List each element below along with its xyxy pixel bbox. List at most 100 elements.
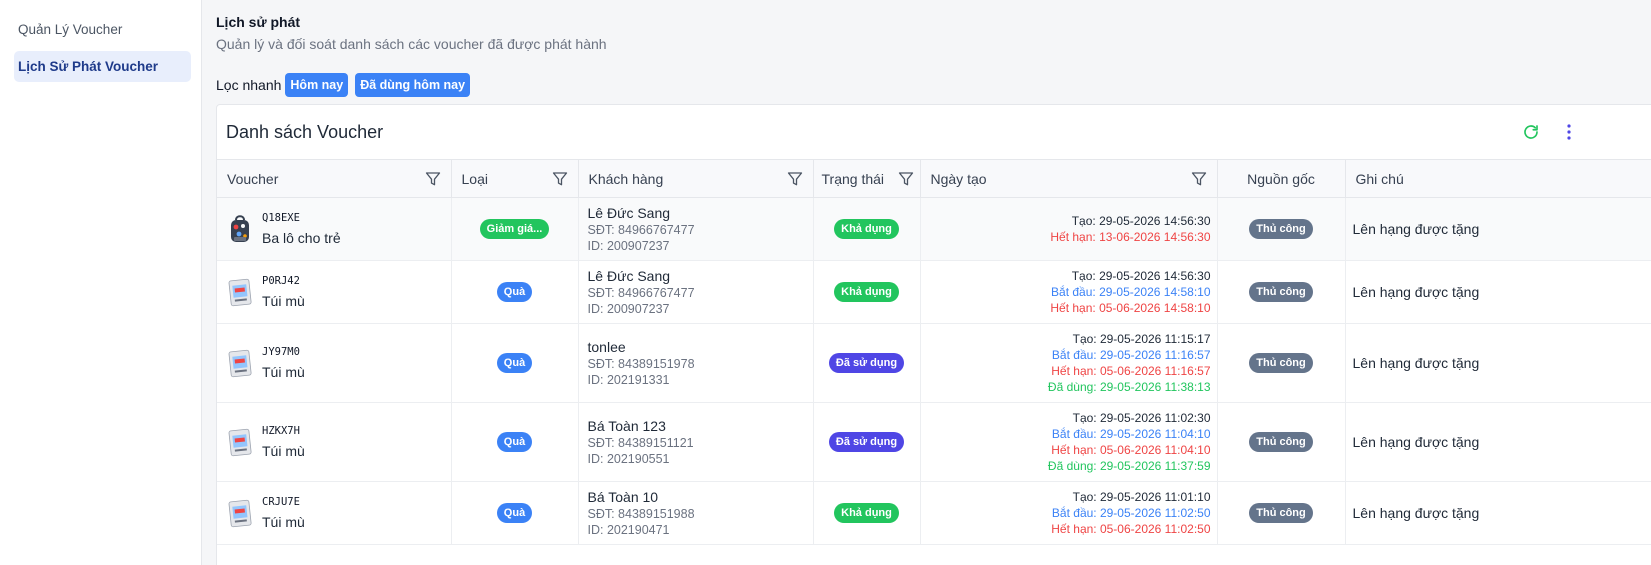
dates-cell: Tạo: 29-05-2026 14:56:30 Hết hạn: 13-06-…: [920, 197, 1218, 261]
type-cell: Quà: [451, 402, 579, 482]
expire-date: Hết hạn: 05-06-2026 11:02:50: [1051, 522, 1211, 536]
filter-used-today-button[interactable]: Đã dùng hôm nay: [355, 73, 471, 97]
type-badge: Giảm giá...: [479, 219, 550, 239]
type-badge: Quà: [496, 282, 533, 302]
column-header-status: Trạng thái: [813, 159, 921, 198]
start-date: Bắt đầu: 29-05-2026 11:04:10: [1051, 427, 1211, 441]
customer-name: Lê Đức Sang: [587, 204, 671, 221]
voucher-code: JY97M0: [262, 346, 300, 358]
customer-id: ID: 202190551: [587, 451, 670, 466]
blind-bag-icon: [228, 428, 252, 457]
start-date: Bắt đầu: 29-05-2026 11:16:57: [1051, 348, 1211, 362]
customer-cell: Lê Đức Sang SĐT: 84966767477 ID: 2009072…: [578, 260, 814, 324]
table-header-row: Voucher Loại Khách hàng Trạng thái Ngày …: [217, 159, 1651, 198]
status-cell: Khả dụng: [813, 481, 921, 545]
voucher-cell: P0RJ42 Túi mù: [217, 260, 452, 324]
note-cell: Lên hạng được tặng: [1345, 481, 1651, 545]
voucher-cell: JY97M0 Túi mù: [217, 323, 452, 403]
source-cell: Thủ công: [1217, 260, 1346, 324]
status-cell: Đã sử dụng: [813, 323, 921, 403]
status-cell: Khả dụng: [813, 197, 921, 261]
table-row[interactable]: CRJU7E Túi mù Quà Bá Toàn 10 SĐT: 843891…: [217, 481, 1651, 545]
created-date: Tạo: 29-05-2026 11:15:17: [1072, 332, 1211, 346]
column-header-source: Nguồn gốc: [1217, 159, 1346, 198]
type-cell: Quà: [451, 323, 579, 403]
source-cell: Thủ công: [1217, 197, 1346, 261]
voucher-list-card: Danh sách Voucher Voucher Loại Khách hàn…: [216, 104, 1651, 565]
column-header-voucher: Voucher: [217, 159, 452, 198]
source-cell: Thủ công: [1217, 402, 1346, 482]
blind-bag-icon: [228, 499, 252, 528]
voucher-name: Túi mù: [262, 364, 305, 380]
source-cell: Thủ công: [1217, 323, 1346, 403]
filter-icon[interactable]: [787, 171, 803, 187]
source-badge: Thủ công: [1249, 353, 1313, 373]
voucher-cell: CRJU7E Túi mù: [217, 481, 452, 545]
customer-id: ID: 200907237: [587, 301, 670, 316]
sidebar-item-voucher-management[interactable]: Quản Lý Voucher: [14, 14, 191, 45]
used-date: Đã dùng: 29-05-2026 11:38:13: [1047, 380, 1211, 394]
voucher-name: Túi mù: [262, 293, 305, 309]
created-date: Tạo: 29-05-2026 14:56:30: [1071, 269, 1211, 283]
customer-phone: SĐT: 84966767477: [587, 222, 695, 237]
customer-phone: SĐT: 84389151988: [587, 506, 695, 521]
backpack-icon: [231, 215, 249, 242]
note-cell: Lên hạng được tặng: [1345, 260, 1651, 324]
table-row[interactable]: JY97M0 Túi mù Quà tonlee SĐT: 8438915197…: [217, 323, 1651, 403]
column-header-type: Loại: [451, 159, 579, 198]
filter-today-button[interactable]: Hôm nay: [285, 73, 349, 97]
voucher-name: Túi mù: [262, 443, 305, 459]
customer-name: tonlee: [587, 338, 626, 355]
expire-date: Hết hạn: 05-06-2026 11:16:57: [1051, 364, 1211, 378]
voucher-name: Túi mù: [262, 514, 305, 530]
quick-filter-label: Lọc nhanh: [216, 77, 282, 93]
voucher-code: P0RJ42: [262, 275, 300, 287]
customer-name: Bá Toàn 10: [587, 488, 659, 505]
source-badge: Thủ công: [1249, 432, 1313, 452]
sidebar-item-voucher-history[interactable]: Lịch Sử Phát Voucher: [14, 51, 191, 82]
dates-cell: Tạo: 29-05-2026 11:02:30 Bắt đầu: 29-05-…: [920, 402, 1218, 482]
more-vertical-icon[interactable]: [1562, 123, 1576, 141]
note-cell: Lên hạng được tặng: [1345, 402, 1651, 482]
sidebar: Quản Lý Voucher Lịch Sử Phát Voucher: [0, 0, 202, 565]
filter-icon[interactable]: [898, 171, 914, 187]
customer-cell: Lê Đức Sang SĐT: 84966767477 ID: 2009072…: [578, 197, 814, 261]
source-badge: Thủ công: [1249, 282, 1313, 302]
column-header-note: Ghi chú: [1345, 159, 1651, 198]
expire-date: Hết hạn: 13-06-2026 14:56:30: [1050, 230, 1211, 244]
dates-cell: Tạo: 29-05-2026 14:56:30 Bắt đầu: 29-05-…: [920, 260, 1218, 324]
type-badge: Quà: [496, 432, 533, 452]
customer-cell: Bá Toàn 123 SĐT: 84389151121 ID: 2021905…: [578, 402, 814, 482]
customer-id: ID: 202191331: [587, 372, 670, 387]
card-header: Danh sách Voucher: [217, 105, 1651, 159]
main-content: Lịch sử phát Quản lý và đối soát danh sá…: [202, 0, 1651, 565]
filter-icon[interactable]: [1191, 171, 1207, 187]
column-header-customer: Khách hàng: [578, 159, 814, 198]
created-date: Tạo: 29-05-2026 11:01:10: [1072, 490, 1211, 504]
voucher-code: HZKX7H: [262, 425, 300, 437]
table-row[interactable]: Q18EXE Ba lô cho trẻ Giảm giá... Lê Đức …: [217, 197, 1651, 261]
created-date: Tạo: 29-05-2026 14:56:30: [1071, 214, 1211, 228]
filter-icon[interactable]: [552, 171, 568, 187]
customer-phone: SĐT: 84966767477: [587, 285, 695, 300]
dates-cell: Tạo: 29-05-2026 11:01:10 Bắt đầu: 29-05-…: [920, 481, 1218, 545]
status-badge: Đã sử dụng: [828, 353, 905, 373]
dates-cell: Tạo: 29-05-2026 11:15:17 Bắt đầu: 29-05-…: [920, 323, 1218, 403]
table-row[interactable]: HZKX7H Túi mù Quà Bá Toàn 123 SĐT: 84389…: [217, 402, 1651, 482]
status-badge: Đã sử dụng: [828, 432, 905, 452]
column-header-created: Ngày tạo: [920, 159, 1218, 198]
source-badge: Thủ công: [1249, 503, 1313, 523]
customer-name: Lê Đức Sang: [587, 267, 671, 284]
expire-date: Hết hạn: 05-06-2026 11:04:10: [1051, 443, 1211, 457]
status-cell: Khả dụng: [813, 260, 921, 324]
status-cell: Đã sử dụng: [813, 402, 921, 482]
table-row[interactable]: P0RJ42 Túi mù Quà Lê Đức Sang SĐT: 84966…: [217, 260, 1651, 324]
filter-icon[interactable]: [425, 171, 441, 187]
created-date: Tạo: 29-05-2026 11:02:30: [1072, 411, 1211, 425]
type-cell: Quà: [451, 260, 579, 324]
refresh-icon[interactable]: [1522, 123, 1540, 141]
status-badge: Khả dụng: [834, 282, 899, 302]
expire-date: Hết hạn: 05-06-2026 14:58:10: [1050, 301, 1211, 315]
customer-phone: SĐT: 84389151121: [587, 435, 694, 450]
blind-bag-icon: [228, 349, 252, 378]
